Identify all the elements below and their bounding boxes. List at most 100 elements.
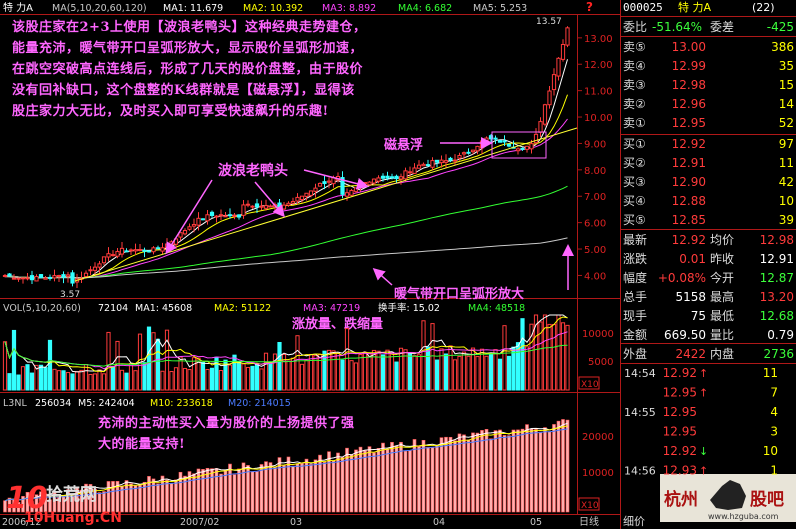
volume-bar xyxy=(290,357,296,391)
vol-annotation: 涨放量、跌缩量 xyxy=(291,316,383,332)
l3nl-bar xyxy=(376,448,381,513)
stat-value: +0.08% xyxy=(658,271,706,285)
price-tick-label: 6.00 xyxy=(584,219,606,230)
tick-list[interactable]: 14:54 12.92 ↑ 11 12.95 ↑ 7 14:55 12.95 4 12.95 3 12.… xyxy=(624,366,778,478)
price-tick-label: 9.00 xyxy=(584,139,606,150)
price-tick-label: 11.00 xyxy=(584,87,613,98)
tick-arrow-icon: ↑ xyxy=(699,387,708,400)
l3nl-axis-20000: 20000 xyxy=(582,432,614,443)
tick-row[interactable]: 14:54 12.92 ↑ 11 xyxy=(624,366,778,380)
sell-row[interactable]: 卖⑤ 13.00 386 xyxy=(623,40,794,54)
volume-bar xyxy=(16,374,21,391)
stat-label: 最低 xyxy=(710,309,734,323)
candle-body xyxy=(506,143,512,147)
buy-label: 买③ xyxy=(623,175,646,189)
candle-body xyxy=(232,214,237,217)
candle-body xyxy=(200,218,206,221)
l3nl-bar xyxy=(507,435,511,513)
svg-text:MA1: 45608: MA1: 45608 xyxy=(135,303,192,314)
volume-bar xyxy=(286,360,291,391)
stat-value: 75 xyxy=(691,309,706,323)
l3nl-bar xyxy=(471,432,475,513)
sell-label: 卖① xyxy=(623,116,646,130)
help-question-mark[interactable]: ? xyxy=(586,0,593,14)
l3nl-bar xyxy=(300,463,304,513)
candle-body xyxy=(484,137,489,141)
candle-body xyxy=(299,195,305,201)
volume-bar xyxy=(484,355,489,391)
volume-bar xyxy=(20,366,26,391)
candle-body xyxy=(551,74,557,91)
volume-bar xyxy=(358,354,363,391)
volume-bar xyxy=(110,366,116,391)
volume-bar xyxy=(97,369,102,391)
candle-body xyxy=(214,215,219,218)
candle-body xyxy=(124,250,129,253)
candle-body xyxy=(128,249,134,252)
tick-row[interactable]: 14:55 12.95 4 xyxy=(624,405,778,419)
l3nl-bar xyxy=(169,482,174,513)
tick-row[interactable]: 12.95 3 xyxy=(663,425,778,439)
ma5-value: MA5: 5.253 xyxy=(473,3,527,14)
wave-duck-label: 波浪老鸭头 xyxy=(218,162,288,179)
l3nl-bar xyxy=(457,433,462,513)
volume-bar xyxy=(11,329,17,391)
volume-bar xyxy=(250,365,255,391)
stat-value: 13.20 xyxy=(760,290,794,304)
candle-body xyxy=(65,274,71,277)
candle-body xyxy=(344,192,350,197)
candle-body xyxy=(425,164,431,167)
candle-body xyxy=(493,137,498,140)
candle-body xyxy=(560,43,566,60)
candle-body xyxy=(466,151,471,154)
vol-axis-10000: 10000 xyxy=(582,329,614,340)
buy-row[interactable]: 买① 12.92 97 xyxy=(623,137,794,151)
buy-volume: 97 xyxy=(779,137,794,151)
tick-row[interactable]: 12.95 ↑ 7 xyxy=(663,386,778,400)
tick-price: 12.93 xyxy=(663,464,697,478)
volume-bar xyxy=(169,371,174,391)
candle-body xyxy=(461,152,467,155)
detail-tab[interactable]: 细价 xyxy=(623,515,645,528)
candle-body xyxy=(542,104,548,125)
volume-bar xyxy=(38,364,44,391)
candle-body xyxy=(268,205,273,208)
sell-label: 卖② xyxy=(623,97,646,111)
volume-bar xyxy=(88,373,93,391)
sell-row[interactable]: 卖② 12.96 14 xyxy=(623,97,794,111)
svg-text:M20: 214015: M20: 214015 xyxy=(228,398,291,409)
l3nl-bar xyxy=(282,465,286,513)
stat-label: 总手 xyxy=(623,290,647,304)
svg-text:日线[interactable]: 日线 xyxy=(579,515,599,528)
candle-body xyxy=(443,160,449,163)
volume-bar xyxy=(439,348,444,391)
svg-text:杭州: 杭州 xyxy=(664,489,698,510)
l3nl-bar xyxy=(174,479,178,513)
volume-bar xyxy=(547,323,552,391)
tick-row[interactable]: 12.92 ↓ 10 xyxy=(663,444,778,458)
buy-row[interactable]: 买③ 12.90 42 xyxy=(623,175,794,189)
buy-row[interactable]: 买④ 12.88 10 xyxy=(623,194,794,208)
sell-row[interactable]: 卖④ 12.99 35 xyxy=(623,59,794,73)
price-tick-label: 8.00 xyxy=(584,166,606,177)
l3nl-bar xyxy=(412,439,417,513)
candle-body xyxy=(187,226,192,230)
stock-name[interactable]: 特 力A xyxy=(3,1,33,14)
volume-bar xyxy=(326,349,332,391)
sell-label: 卖④ xyxy=(623,59,646,73)
l3nl-bar xyxy=(255,471,259,513)
sell-row[interactable]: 卖① 12.95 52 xyxy=(623,116,794,130)
volume-bar xyxy=(502,325,507,391)
volume-bar xyxy=(466,355,471,391)
candle-body xyxy=(245,203,251,206)
stat-value: 0.79 xyxy=(767,328,794,342)
buy-row[interactable]: 买② 12.91 11 xyxy=(623,156,794,170)
stat-row: 幅度 +0.08% 今开 12.87 xyxy=(623,270,794,285)
sell-volume: 14 xyxy=(779,97,794,111)
candle-body xyxy=(353,187,359,192)
sell-volume: 35 xyxy=(779,59,794,73)
buy-row[interactable]: 买⑤ 12.85 39 xyxy=(623,213,794,227)
volume-bar xyxy=(254,364,260,391)
sell-row[interactable]: 卖③ 12.98 15 xyxy=(623,78,794,92)
volume-bar xyxy=(277,341,282,391)
